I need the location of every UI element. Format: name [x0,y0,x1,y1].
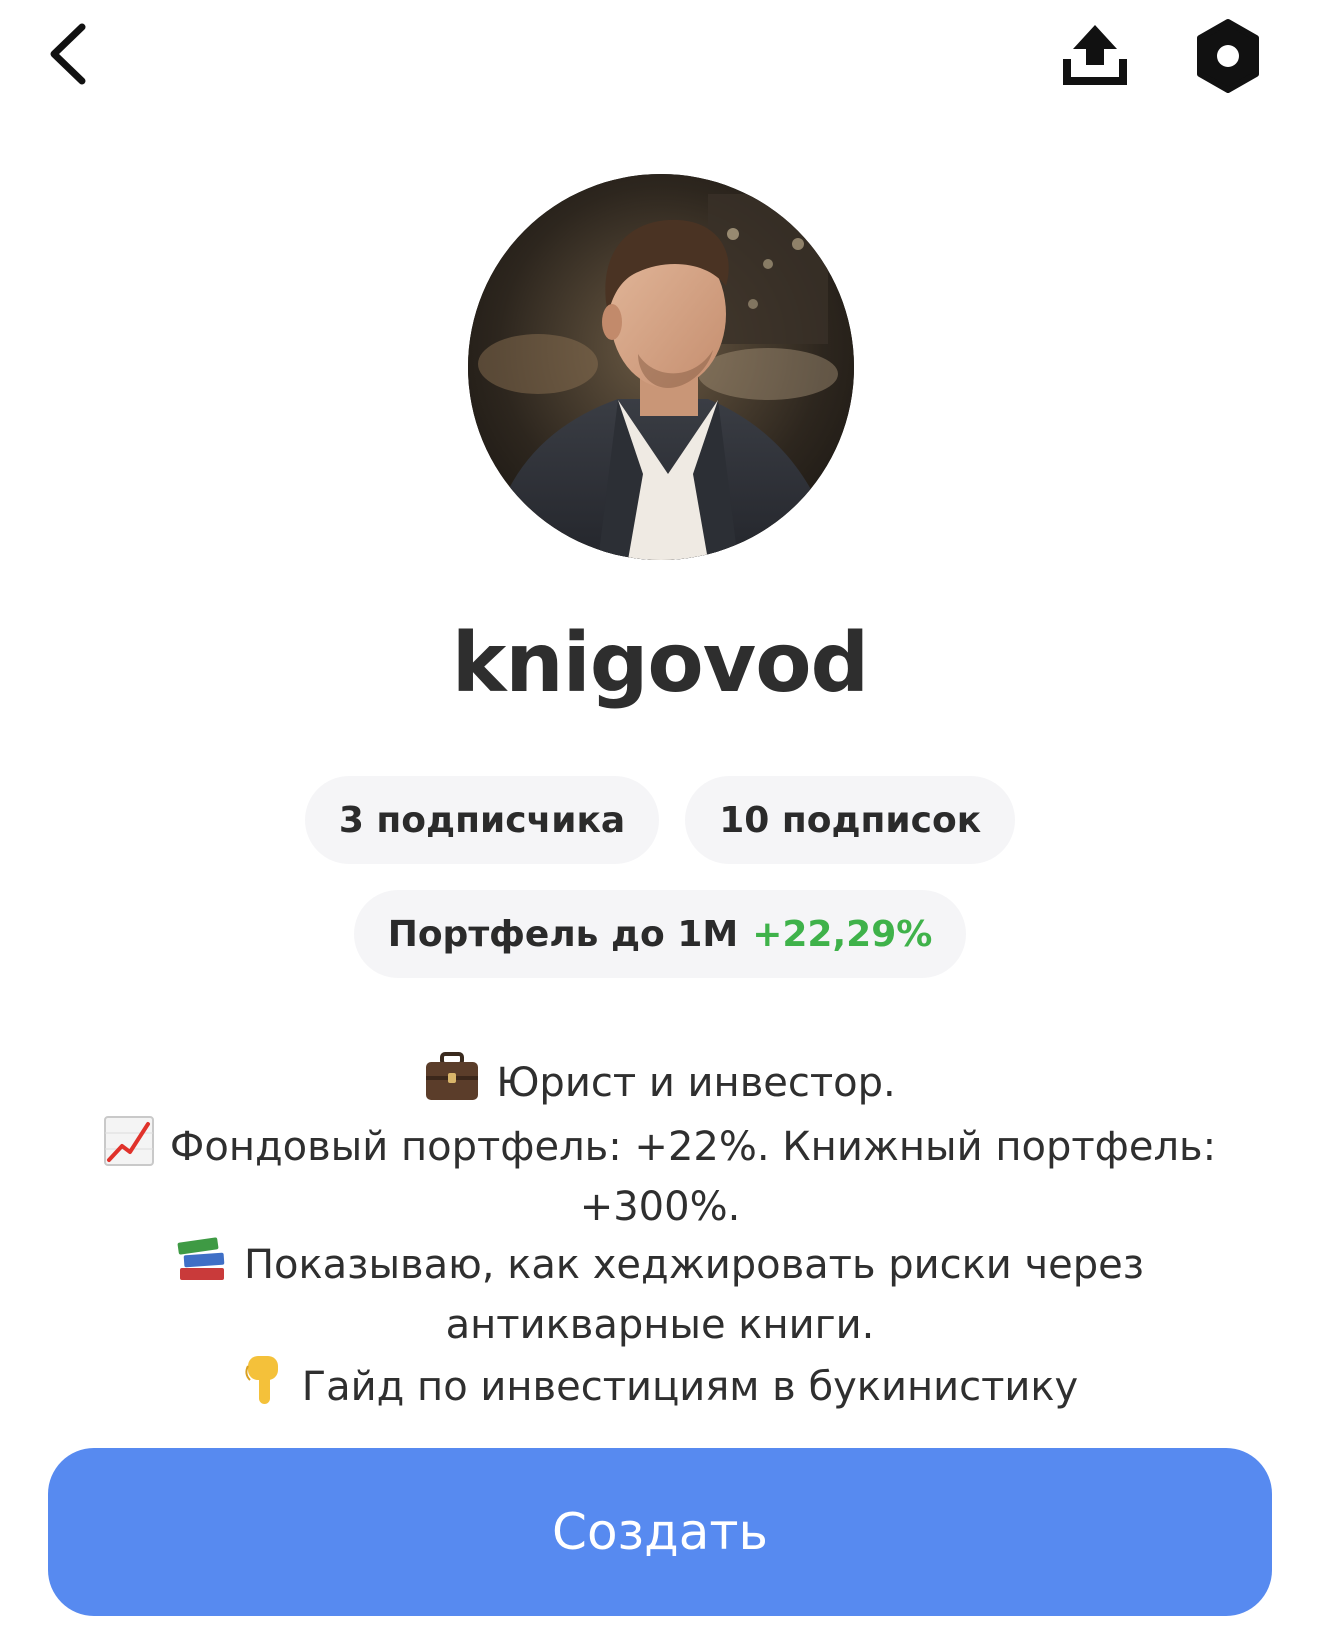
following-button[interactable]: 10 подписок [685,776,1016,864]
bio-line: +300%. [60,1180,1260,1234]
chart-increasing-icon [103,1116,154,1180]
create-button[interactable]: Создать [48,1448,1272,1616]
profile-bio: Юрист и инвестор. Фондовый портфель: +22… [60,1052,1260,1420]
settings-hexagon-icon [1197,19,1259,93]
top-bar [0,0,1320,110]
bio-line-2-text: Фондовый портфель: +22%. Книжный портфел… [169,1124,1217,1170]
share-button[interactable] [1050,10,1140,100]
back-button[interactable] [30,14,110,94]
chevron-left-icon [50,23,86,85]
portfolio-row: Портфель до 1М +22,29% [0,890,1320,978]
bio-line-5-text: антикварные книги. [445,1302,875,1348]
portfolio-return: +22,29% [752,913,933,955]
settings-button[interactable] [1180,8,1276,104]
avatar[interactable] [468,174,854,560]
bio-line-3-text: +300%. [579,1184,741,1230]
bio-line-6-text: Гайд по инвестициям в букинистику [301,1364,1079,1410]
portfolio-button[interactable]: Портфель до 1М +22,29% [353,890,967,978]
followers-label: 3 подписчика [338,799,626,841]
share-upload-icon [1063,25,1127,85]
bio-line-4-text: Показываю, как хеджировать риски через [243,1242,1145,1288]
bio-line: Фондовый портфель: +22%. Книжный портфел… [60,1116,1260,1180]
followers-button[interactable]: 3 подписчика [304,776,660,864]
portfolio-label: Портфель до 1М [387,913,739,955]
create-button-label: Создать [552,1503,768,1561]
bio-line: Показываю, как хеджировать риски через [60,1234,1260,1298]
stats-row: 3 подписчика 10 подписок [0,776,1320,864]
username: knigovod [451,616,870,711]
books-icon [176,1234,228,1298]
bio-line: антикварные книги. [60,1298,1260,1352]
pointing-down-icon [242,1352,286,1420]
bio-line: Юрист и инвестор. [60,1052,1260,1116]
avatar-photo [468,174,854,560]
bio-line: Гайд по инвестициям в букинистику [60,1352,1260,1420]
following-label: 10 подписок [719,799,982,841]
briefcase-icon [424,1052,480,1116]
bio-line-1-text: Юрист и инвестор. [496,1060,896,1106]
